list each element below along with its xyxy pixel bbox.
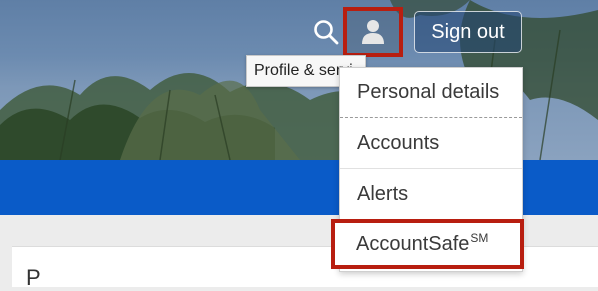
menu-item-label: Alerts xyxy=(357,183,409,205)
menu-item-accountsafe[interactable]: AccountSafe SM xyxy=(331,219,524,269)
menu-item-alerts[interactable]: Alerts xyxy=(340,170,522,220)
menu-item-label: Accounts xyxy=(357,132,440,154)
user-icon xyxy=(362,20,384,44)
menu-item-personal-details[interactable]: Personal details xyxy=(340,68,522,118)
service-mark: SM xyxy=(470,231,489,245)
menu-item-label: Personal details xyxy=(357,81,500,103)
search-button[interactable] xyxy=(310,16,342,48)
sign-out-button[interactable]: Sign out xyxy=(414,11,522,53)
search-icon xyxy=(314,20,339,45)
menu-item-label: AccountSafe xyxy=(356,232,470,255)
profile-button[interactable] xyxy=(343,7,403,57)
content-heading: P xyxy=(26,265,41,290)
menu-item-accounts[interactable]: Accounts xyxy=(340,119,522,169)
